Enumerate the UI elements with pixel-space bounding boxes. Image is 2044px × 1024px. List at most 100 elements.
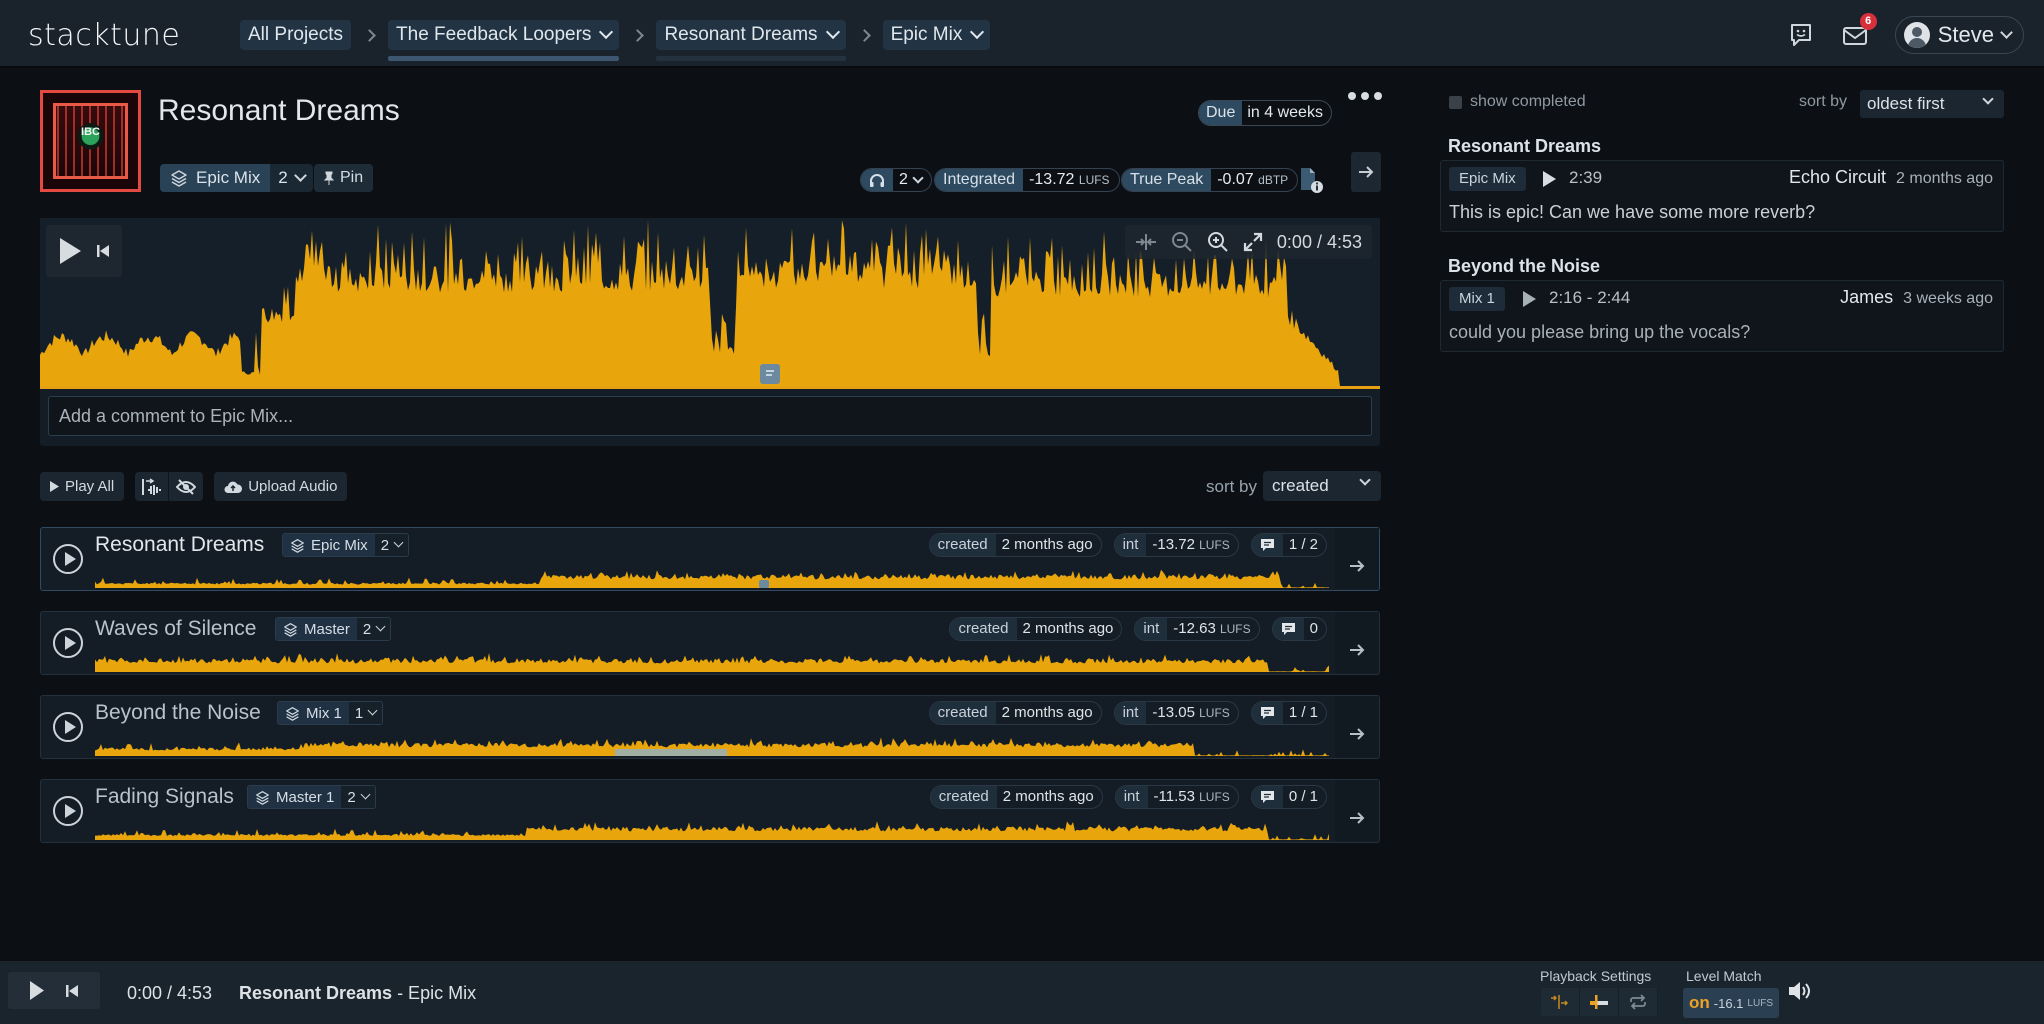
sort-value: created xyxy=(1272,476,1329,495)
version-count-dropdown[interactable]: 1 xyxy=(348,702,383,724)
page-title: Resonant Dreams xyxy=(158,94,400,127)
play-circle-icon[interactable] xyxy=(53,628,83,658)
comment-card[interactable]: Mix 1 2:16 - 2:44 James 3 weeks ago could… xyxy=(1440,280,2004,352)
created-value: 2 months ago xyxy=(1001,536,1093,553)
version-selector[interactable]: Epic Mix 2 xyxy=(160,164,313,192)
version-name[interactable]: Epic Mix xyxy=(160,164,271,192)
track-name[interactable]: Resonant Dreams xyxy=(95,533,264,557)
play-circle-icon[interactable] xyxy=(53,796,83,826)
version-count-dropdown[interactable]: 2 xyxy=(341,786,375,808)
version-count: 1 xyxy=(354,704,364,722)
version-label: Mix 1 xyxy=(306,704,342,722)
comment-timestamp[interactable]: 2:39 xyxy=(1569,168,1602,188)
play-circle-icon[interactable] xyxy=(53,712,83,742)
version-count-dropdown[interactable]: 2 xyxy=(356,618,391,640)
file-info-icon[interactable] xyxy=(1300,166,1323,193)
loop-region-button[interactable] xyxy=(1580,988,1619,1016)
comment-timestamp[interactable]: 2:16 - 2:44 xyxy=(1549,288,1630,308)
listeners-selector[interactable]: 2 xyxy=(860,168,932,192)
comment-marker[interactable] xyxy=(759,580,769,588)
open-track-button[interactable] xyxy=(1335,696,1379,757)
show-completed-label[interactable]: show completed xyxy=(1470,93,1586,111)
breadcrumb-project[interactable]: The Feedback Loopers xyxy=(388,20,620,61)
int-value: -12.63 xyxy=(1173,620,1216,637)
layers-icon xyxy=(256,790,269,805)
version-count-dropdown[interactable]: 2 xyxy=(374,534,409,556)
breadcrumb-track[interactable]: Resonant Dreams xyxy=(656,20,846,61)
zoom-in-icon[interactable] xyxy=(1207,231,1229,253)
track-name[interactable]: Fading Signals xyxy=(95,785,234,809)
comments-count: 0 / 1 xyxy=(1288,788,1318,805)
sync-position-button[interactable] xyxy=(1541,988,1580,1016)
play-icon[interactable] xyxy=(58,237,82,265)
created-chip: created 2 months ago xyxy=(928,533,1102,557)
comment-region[interactable] xyxy=(615,749,727,756)
comments-chip[interactable]: 0 xyxy=(1271,617,1327,641)
breadcrumb-version[interactable]: Epic Mix xyxy=(882,20,991,50)
comment-card[interactable]: Epic Mix 2:39 Echo Circuit 2 months ago T… xyxy=(1440,160,2004,232)
sort-select[interactable]: created xyxy=(1263,471,1381,501)
skip-back-icon[interactable] xyxy=(96,244,110,258)
version-name[interactable]: Epic Mix xyxy=(283,534,375,556)
comments-sort-select[interactable]: oldest first xyxy=(1860,90,2004,118)
next-arrow-button[interactable] xyxy=(1351,152,1381,192)
track-row[interactable]: Fading Signals Master 1 2 created 2 months a… xyxy=(40,779,1380,843)
track-row[interactable]: Resonant Dreams Epic Mix 2 created 2 months … xyxy=(40,527,1380,591)
version-selector[interactable]: Master 2 xyxy=(275,617,392,641)
comments-chip[interactable]: 0 / 1 xyxy=(1250,785,1327,809)
upload-audio-button[interactable]: Upload Audio xyxy=(214,472,348,501)
mini-waveform[interactable] xyxy=(95,564,1329,588)
more-options-icon[interactable] xyxy=(1348,92,1382,100)
show-completed-checkbox[interactable] xyxy=(1449,96,1462,109)
inbox-button[interactable]: 6 xyxy=(1841,13,1877,49)
true-peak-label: True Peak xyxy=(1122,169,1212,191)
track-name[interactable]: Beyond the Noise xyxy=(95,701,261,725)
mini-waveform[interactable] xyxy=(95,816,1329,840)
play-all-button[interactable]: Play All xyxy=(40,472,125,501)
version-name[interactable]: Master 1 xyxy=(248,786,342,808)
track-row[interactable]: Waves of Silence Master 2 created 2 months a… xyxy=(40,611,1380,675)
skip-back-icon[interactable] xyxy=(65,984,79,998)
open-track-button[interactable] xyxy=(1335,612,1379,673)
split-channels-icon[interactable] xyxy=(1135,233,1157,251)
app-logo[interactable]: stacktune xyxy=(28,18,180,53)
mini-waveform[interactable] xyxy=(95,648,1329,672)
align-waveforms-button[interactable] xyxy=(135,472,170,501)
open-track-button[interactable] xyxy=(1335,528,1379,589)
created-chip: created 2 months ago xyxy=(929,785,1103,809)
mini-waveform[interactable] xyxy=(95,732,1329,756)
volume-button[interactable] xyxy=(1787,980,1813,1007)
version-selector[interactable]: Epic Mix 2 xyxy=(282,533,410,557)
comments-key xyxy=(1251,534,1283,556)
play-comment-icon[interactable] xyxy=(1523,291,1536,307)
version-selector[interactable]: Master 1 2 xyxy=(247,785,376,809)
hide-button[interactable] xyxy=(169,472,203,501)
pin-button[interactable]: Pin xyxy=(314,164,374,192)
comment-input[interactable] xyxy=(48,396,1372,436)
comments-chip[interactable]: 1 / 2 xyxy=(1250,533,1327,557)
track-list-toolbar: Play All Upload Audio xyxy=(40,472,348,501)
version-name[interactable]: Mix 1 xyxy=(278,702,349,724)
track-name[interactable]: Waves of Silence xyxy=(95,617,256,641)
align-waveform-icon xyxy=(141,477,161,495)
play-icon[interactable] xyxy=(29,980,45,1001)
open-track-button[interactable] xyxy=(1335,780,1379,841)
level-match-toggle[interactable]: on -16.1 LUFS xyxy=(1683,988,1779,1018)
play-comment-icon[interactable] xyxy=(1543,171,1556,187)
due-date-badge[interactable]: Due in 4 weeks xyxy=(1198,100,1332,126)
comments-chip[interactable]: 1 / 1 xyxy=(1250,701,1327,725)
breadcrumb-all-projects[interactable]: All Projects xyxy=(240,20,352,50)
version-count-dropdown[interactable]: 2 xyxy=(270,164,313,192)
zoom-out-icon[interactable] xyxy=(1171,231,1193,253)
track-row[interactable]: Beyond the Noise Mix 1 1 created 2 months ag… xyxy=(40,695,1380,759)
play-circle-icon[interactable] xyxy=(53,544,83,574)
mini-waveform-shape xyxy=(95,821,1329,840)
version-name[interactable]: Master xyxy=(276,618,357,640)
expand-icon[interactable] xyxy=(1243,232,1263,252)
version-selector[interactable]: Mix 1 1 xyxy=(277,701,384,725)
comment-marker[interactable] xyxy=(760,364,780,384)
user-menu[interactable]: Steve xyxy=(1894,16,2024,54)
int-label: int xyxy=(1114,702,1147,724)
feedback-icon[interactable] xyxy=(1787,21,1815,49)
repeat-button[interactable] xyxy=(1619,988,1658,1016)
